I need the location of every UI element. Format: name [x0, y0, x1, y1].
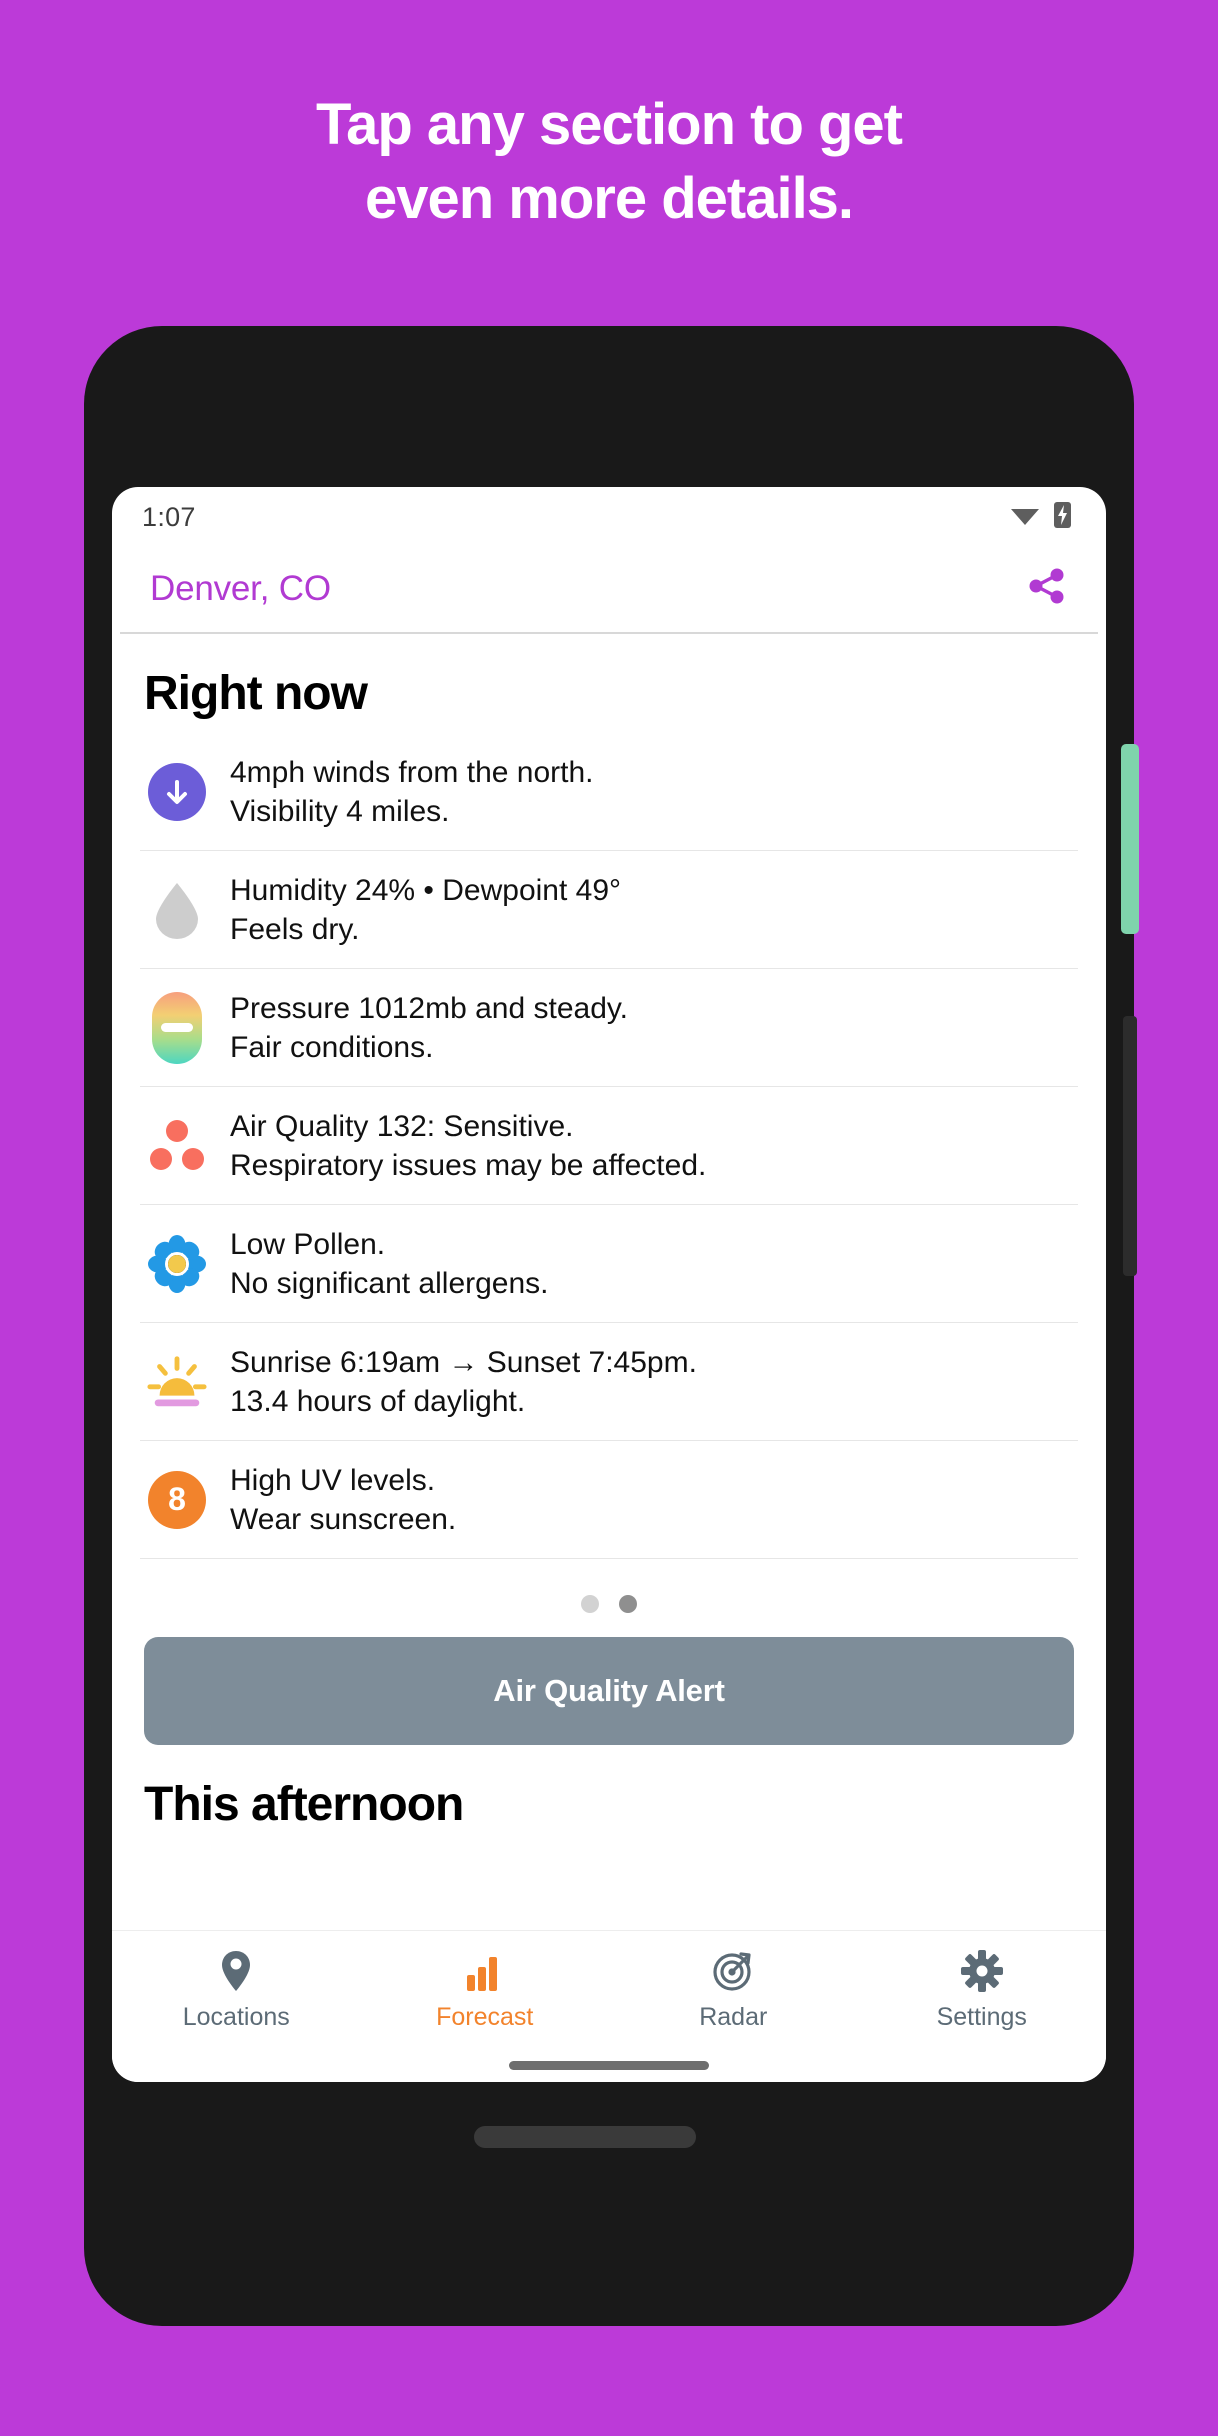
volume-button[interactable] [1121, 744, 1139, 934]
detail-row-humidity[interactable]: Humidity 24% • Dewpoint 49° Feels dry. [140, 851, 1078, 969]
next-section-title: This afternoon [144, 1778, 464, 1831]
status-bar-clock: 1:07 [142, 501, 196, 532]
promo-headline-line1: Tap any section to get [315, 92, 903, 157]
detail-line-1: Humidity 24% • Dewpoint 49° [230, 873, 622, 907]
pagination-dots[interactable] [140, 1559, 1078, 1631]
detail-line-1: Air Quality 132: Sensitive. [230, 1109, 574, 1143]
detail-line-2: Wear sunscreen. [230, 1502, 457, 1536]
power-button[interactable] [1123, 1016, 1137, 1276]
nav-label-forecast: Forecast [436, 2003, 534, 2031]
detail-row-text: 4mph winds from the north. Visibility 4 … [230, 753, 594, 831]
phone-mockup: 1:07 Denver, CO Right now 4mph winds fro… [84, 326, 1139, 2326]
location-header: Denver, CO [120, 547, 1098, 634]
status-bar: 1:07 [112, 487, 1106, 547]
detail-row-text: High UV levels. Wear sunscreen. [230, 1461, 456, 1539]
detail-line-1: Pressure 1012mb and steady. [230, 991, 629, 1025]
uv-index-icon: 8 [146, 1469, 208, 1531]
pollen-flower-icon [146, 1233, 208, 1295]
detail-row-pressure[interactable]: Pressure 1012mb and steady. Fair conditi… [140, 969, 1078, 1087]
map-pin-icon [221, 1949, 251, 1993]
radar-target-icon [712, 1949, 754, 1993]
detail-line-1: Low Pollen. [230, 1227, 386, 1261]
detail-row-text: Sunrise 6:19am → Sunset 7:45pm. 13.4 hou… [230, 1343, 697, 1421]
detail-row-text: Low Pollen. No significant allergens. [230, 1225, 549, 1303]
nav-item-settings[interactable]: Settings [858, 1949, 1107, 2032]
detail-line-2: Feels dry. [230, 912, 360, 946]
home-indicator[interactable] [509, 2061, 709, 2070]
pagination-dot-2[interactable] [619, 1595, 637, 1613]
wind-direction-icon [146, 761, 208, 823]
detail-row-text: Humidity 24% • Dewpoint 49° Feels dry. [230, 871, 621, 949]
detail-row-text: Air Quality 132: Sensitive. Respiratory … [230, 1107, 706, 1185]
nav-label-settings: Settings [936, 2003, 1027, 2031]
bar-chart-icon [465, 1949, 505, 1993]
detail-line-2: 13.4 hours of daylight. [230, 1384, 526, 1418]
detail-line-1: 4mph winds from the north. [230, 755, 594, 789]
status-bar-icons [1010, 501, 1072, 534]
nav-label-radar: Radar [699, 2003, 768, 2031]
uv-index-value: 8 [148, 1470, 206, 1529]
detail-row-text: Pressure 1012mb and steady. Fair conditi… [230, 989, 628, 1067]
detail-line-1: Sunrise 6:19am → Sunset 7:45pm. [230, 1345, 697, 1379]
nav-item-radar[interactable]: Radar [609, 1949, 858, 2032]
promo-headline: Tap any section to get even more details… [0, 96, 1218, 244]
pressure-gauge-icon [146, 991, 208, 1064]
phone-screen: 1:07 Denver, CO Right now 4mph winds fro… [112, 487, 1106, 2082]
humidity-droplet-icon [146, 879, 208, 941]
promo-headline-line2: even more details. [364, 166, 854, 231]
detail-line-2: Fair conditions. [230, 1030, 434, 1064]
forecast-content: Right now 4mph winds from the north. Vis… [112, 634, 1106, 1832]
detail-row-uv[interactable]: 8 High UV levels. Wear sunscreen. [140, 1441, 1078, 1559]
nav-label-locations: Locations [182, 2003, 290, 2031]
nav-item-locations[interactable]: Locations [112, 1949, 361, 2032]
share-icon[interactable] [1026, 565, 1068, 612]
nav-item-forecast[interactable]: Forecast [361, 1949, 610, 2032]
gear-icon [960, 1949, 1003, 1993]
location-name[interactable]: Denver, CO [150, 569, 331, 609]
detail-row-air-quality[interactable]: Air Quality 132: Sensitive. Respiratory … [140, 1087, 1078, 1205]
detail-line-2: No significant allergens. [230, 1266, 549, 1300]
sunrise-sunset-icon [146, 1351, 208, 1413]
wifi-icon [1010, 503, 1040, 532]
detail-row-daylight[interactable]: Sunrise 6:19am → Sunset 7:45pm. 13.4 hou… [140, 1323, 1078, 1441]
air-quality-dots-icon [146, 1115, 208, 1177]
air-quality-alert-button[interactable]: Air Quality Alert [144, 1637, 1074, 1745]
bottom-navigation-bar: Locations Forecast Radar Settings [112, 1930, 1106, 2082]
page-title: Right now [144, 667, 368, 720]
detail-row-pollen[interactable]: Low Pollen. No significant allergens. [140, 1205, 1078, 1323]
bottom-speaker [474, 2126, 696, 2148]
pagination-dot-1[interactable] [581, 1595, 599, 1613]
detail-line-2: Visibility 4 miles. [230, 794, 450, 828]
detail-line-1: High UV levels. [230, 1463, 436, 1497]
detail-row-wind[interactable]: 4mph winds from the north. Visibility 4 … [140, 733, 1078, 851]
battery-charging-icon [1053, 501, 1072, 534]
detail-line-2: Respiratory issues may be affected. [230, 1148, 707, 1182]
